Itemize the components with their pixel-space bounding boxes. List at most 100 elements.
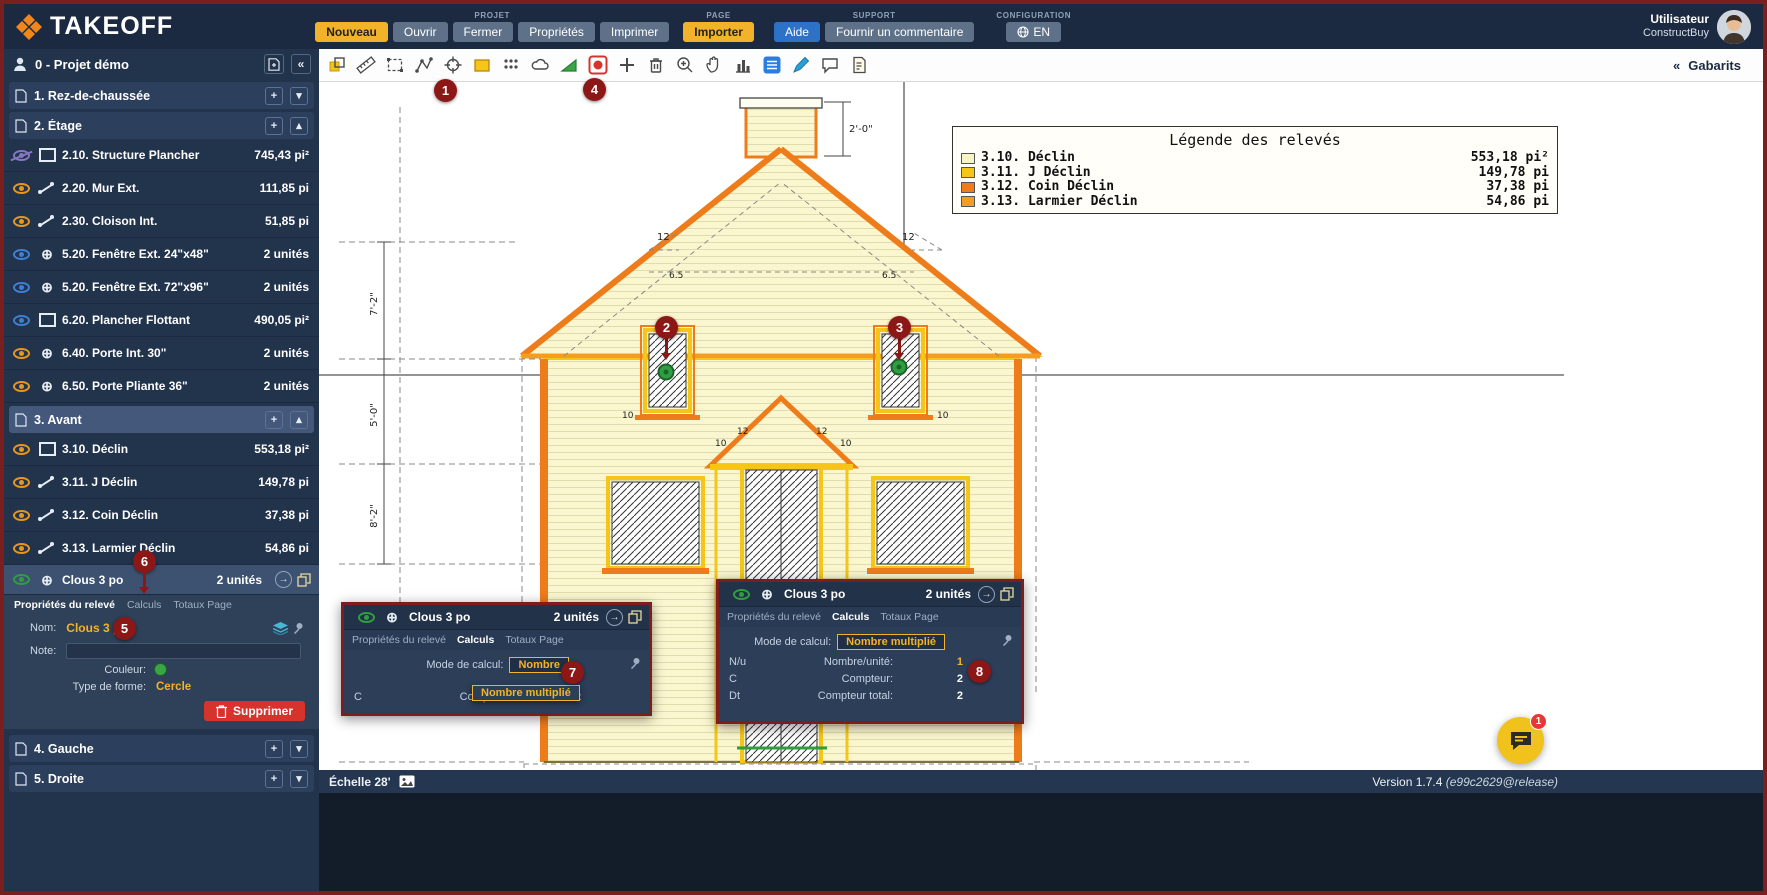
visibility-toggle-icon[interactable] (13, 444, 30, 455)
sidebar-page-droite[interactable]: 5. Droite + ▾ (9, 765, 314, 792)
pushpin-icon[interactable] (629, 656, 641, 674)
add-tool[interactable] (617, 55, 637, 75)
count-tool[interactable] (443, 55, 463, 75)
visibility-toggle-icon[interactable] (13, 381, 30, 392)
report-list-tool[interactable] (762, 55, 782, 75)
visibility-toggle-icon[interactable] (733, 589, 750, 600)
measurement-row[interactable]: ⊕ 5.20. Fenêtre Ext. 72"x96" 2 unités (4, 271, 319, 304)
visibility-toggle-icon[interactable] (13, 216, 30, 227)
path-tool[interactable] (414, 55, 434, 75)
tab-calculs[interactable]: Calculs (832, 611, 869, 623)
sidebar-page-etage[interactable]: 2. Étage + ▴ (9, 112, 314, 139)
goto-measurement-button[interactable]: → (978, 586, 995, 603)
measurement-row[interactable]: 3.11. J Déclin 149,78 pi (4, 466, 319, 499)
imprimer-button[interactable]: Imprimer (600, 22, 669, 42)
measurement-row[interactable]: 3.10. Déclin 553,18 pi² (4, 433, 319, 466)
chat-widget[interactable]: 1 (1497, 717, 1544, 764)
nouveau-button[interactable]: Nouveau (315, 22, 388, 42)
ruler-tool[interactable] (356, 55, 376, 75)
tab-proprietes-du-releve[interactable]: Propriétés du relevé (727, 611, 821, 623)
measurement-row[interactable]: 2.30. Cloison Int. 51,85 pi (4, 205, 319, 238)
add-measurement-button[interactable]: + (265, 117, 283, 135)
mode-de-calcul-select[interactable]: Nombre multiplié (837, 634, 945, 650)
drawing-canvas[interactable]: 7'-2" 5'-0" 8'-2" 2'-0" 12 12 (319, 82, 1763, 770)
collapse-page-button[interactable]: ▴ (290, 117, 308, 135)
aide-button[interactable]: Aide (774, 22, 820, 42)
expand-page-button[interactable]: ▾ (290, 740, 308, 758)
note-tool[interactable] (849, 55, 869, 75)
tab-totaux-page[interactable]: Totaux Page (505, 634, 563, 646)
add-measurement-button[interactable]: + (265, 770, 283, 788)
pushpin-icon[interactable] (1001, 633, 1013, 651)
page-thumbnail-button[interactable] (399, 775, 415, 788)
measurement-row[interactable]: 2.10. Structure Plancher 745,43 pi² (4, 139, 319, 172)
tab-calculs[interactable]: Calculs (457, 634, 494, 646)
marker-tool[interactable] (791, 55, 811, 75)
tab-totaux-page[interactable]: Totaux Page (173, 599, 231, 611)
visibility-toggle-icon[interactable] (358, 612, 375, 623)
cloud-tool[interactable] (530, 55, 550, 75)
add-measurement-button[interactable]: + (265, 740, 283, 758)
tab-totaux-page[interactable]: Totaux Page (880, 611, 938, 623)
dropdown-option-nombre-multiplie[interactable]: Nombre multiplié (472, 685, 580, 701)
pitch-tool[interactable] (559, 55, 579, 75)
expand-page-button[interactable]: ▾ (290, 87, 308, 105)
visibility-toggle-icon[interactable] (13, 510, 30, 521)
layers-tool[interactable] (327, 55, 347, 75)
measurement-row[interactable]: 3.12. Coin Déclin 37,38 pi (4, 499, 319, 532)
zoom-tool[interactable] (675, 55, 695, 75)
rectangle-select-tool[interactable] (385, 55, 405, 75)
measurement-row[interactable]: 6.20. Plancher Flottant 490,05 pi² (4, 304, 319, 337)
measurement-row-clous-selected[interactable]: ⊕ Clous 3 po 2 unités → (4, 565, 319, 595)
color-swatch[interactable] (154, 663, 167, 676)
add-measurement-button[interactable]: + (265, 87, 283, 105)
visibility-toggle-icon[interactable] (13, 282, 30, 293)
measurement-row[interactable]: 3.13. Larmier Déclin 54,86 pi (4, 532, 319, 565)
delete-tool[interactable] (646, 55, 666, 75)
ouvrir-button[interactable]: Ouvrir (393, 22, 448, 42)
visibility-toggle-icon[interactable] (13, 249, 30, 260)
add-page-button[interactable] (264, 54, 284, 74)
proprietes-button[interactable]: Propriétés (518, 22, 595, 42)
layers-button[interactable] (271, 619, 289, 637)
pin-button[interactable] (289, 619, 307, 637)
collapse-sidebar-button[interactable]: « (291, 54, 311, 74)
record-tool[interactable] (588, 55, 608, 75)
fermer-button[interactable]: Fermer (453, 22, 514, 42)
duplicate-measurement-button[interactable] (295, 571, 313, 589)
goto-measurement-button[interactable]: → (606, 609, 623, 626)
expand-page-button[interactable]: ▾ (290, 770, 308, 788)
visibility-toggle-icon[interactable] (13, 183, 30, 194)
duplicate-measurement-button[interactable] (626, 608, 644, 626)
user-info[interactable]: Utilisateur ConstructBuy (1643, 10, 1751, 44)
sidebar-page-gauche[interactable]: 4. Gauche + ▾ (9, 735, 314, 762)
commentaire-button[interactable]: Fournir un commentaire (825, 22, 974, 42)
visibility-toggle-icon[interactable] (13, 315, 30, 326)
measurement-row[interactable]: 2.20. Mur Ext. 111,85 pi (4, 172, 319, 205)
measurement-row[interactable]: ⊕ 6.40. Porte Int. 30" 2 unités (4, 337, 319, 370)
sidebar-page-rez-de-chaussee[interactable]: 1. Rez-de-chaussée + ▾ (9, 82, 314, 109)
visibility-toggle-icon[interactable] (13, 574, 30, 585)
tab-proprietes-du-releve[interactable]: Propriétés du relevé (352, 634, 446, 646)
pan-tool[interactable] (704, 55, 724, 75)
visibility-toggle-icon[interactable] (13, 477, 30, 488)
measurement-row[interactable]: ⊕ 6.50. Porte Pliante 36" 2 unités (4, 370, 319, 403)
templates-panel-toggle[interactable]: « Gabarits (1673, 58, 1741, 73)
note-input[interactable] (66, 643, 301, 659)
multi-point-tool[interactable] (501, 55, 521, 75)
sidebar-page-avant[interactable]: 3. Avant + ▴ (9, 406, 314, 433)
duplicate-measurement-button[interactable] (998, 585, 1016, 603)
add-measurement-button[interactable]: + (265, 411, 283, 429)
area-tool[interactable] (472, 55, 492, 75)
language-button[interactable]: EN (1006, 22, 1061, 42)
visibility-toggle-icon[interactable] (13, 543, 30, 554)
chart-tool[interactable] (733, 55, 753, 75)
goto-measurement-button[interactable]: → (275, 571, 292, 588)
collapse-page-button[interactable]: ▴ (290, 411, 308, 429)
user-avatar[interactable] (1717, 10, 1751, 44)
supprimer-button[interactable]: Supprimer (204, 701, 305, 721)
tab-calculs[interactable]: Calculs (127, 599, 161, 611)
comment-tool[interactable] (820, 55, 840, 75)
tab-proprietes-du-releve[interactable]: Propriétés du relevé (14, 599, 115, 611)
measurement-row[interactable]: ⊕ 5.20. Fenêtre Ext. 24"x48" 2 unités (4, 238, 319, 271)
